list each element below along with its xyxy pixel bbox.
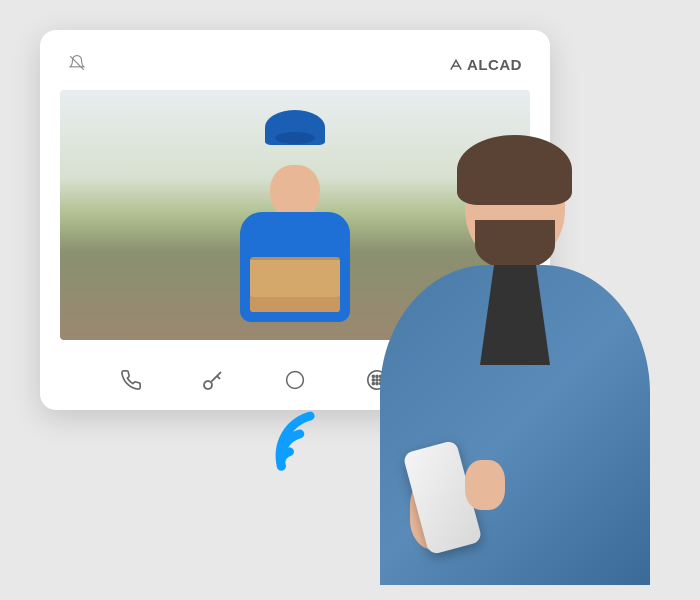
home-button[interactable]: [281, 366, 309, 394]
user-with-phone: [350, 150, 680, 600]
brand-mark-icon: [449, 58, 463, 72]
panel-header: ALCAD: [60, 50, 530, 80]
wifi-signal-icon: [256, 400, 343, 491]
phone-icon: [120, 369, 142, 391]
key-icon: [201, 368, 225, 392]
brand-logo: ALCAD: [449, 57, 522, 74]
mute-bell-icon: [68, 54, 86, 77]
circle-icon: [285, 370, 305, 390]
brand-name: ALCAD: [467, 57, 522, 74]
call-button[interactable]: [117, 366, 145, 394]
unlock-button[interactable]: [199, 366, 227, 394]
